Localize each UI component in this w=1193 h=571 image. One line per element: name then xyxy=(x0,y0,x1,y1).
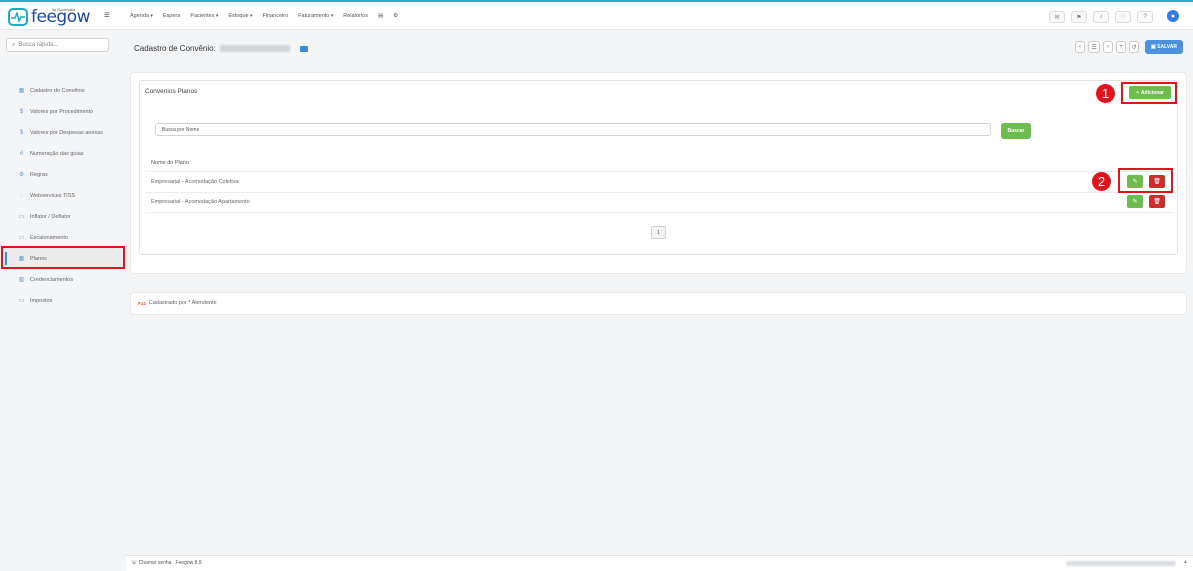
column-header-plan-name: Nome do Plano xyxy=(151,160,189,166)
bell-call-icon: ☏ xyxy=(131,560,138,566)
redacted-convenio-name xyxy=(219,45,290,52)
card-icon[interactable] xyxy=(299,45,308,52)
bell-icon[interactable]: ♪ xyxy=(1093,11,1109,23)
list-icon[interactable]: ☰ xyxy=(1088,41,1101,53)
plan-name-search-input[interactable]: Busca por Nome xyxy=(155,123,991,136)
audit-card xyxy=(130,292,1187,315)
audit-info: F14 Cadastrado por * Atendente xyxy=(138,300,217,306)
row-divider xyxy=(145,171,1172,172)
quick-search-placeholder: Busca rápida... xyxy=(18,42,59,48)
topnav-item-financeiro[interactable]: Financeiro xyxy=(262,13,288,19)
trash-icon[interactable]: 🗑 xyxy=(1149,195,1165,208)
mail-icon[interactable]: ✉ xyxy=(1049,11,1065,23)
sidebar-item-icon: ◌ xyxy=(19,192,24,199)
sidebar-item-webservices-tiss[interactable]: ◌ Webservices TISS xyxy=(0,185,128,206)
audit-badge: F14 xyxy=(138,300,146,306)
topnav-item-pacientes[interactable]: Pacientes xyxy=(190,13,218,19)
annotation-number-2: 2 xyxy=(1092,172,1111,191)
help-icon[interactable]: ? xyxy=(1137,11,1153,23)
sidebar-item-label: Escalonamento xyxy=(30,234,68,241)
redacted-bottom-info xyxy=(1066,561,1176,566)
next-record-icon[interactable]: › xyxy=(1103,41,1114,53)
topnav-item-relatrios[interactable]: Relatórios xyxy=(343,13,368,19)
sidebar-item-inflator-deflator[interactable]: ▭ Inflator / Deflator xyxy=(0,206,128,227)
pagination-page-1[interactable]: 1 xyxy=(651,226,666,239)
sidebar-item-label: Impostos xyxy=(30,297,53,304)
sidebar: ▦ Cadastro do Convênio $ Valores por Proced… xyxy=(0,80,128,311)
sidebar-item-icon: $ xyxy=(19,129,24,136)
page-title-text: Cadastro de Convênio: xyxy=(134,44,216,53)
sidebar-item-icon: ▦ xyxy=(18,88,25,94)
sidebar-item-label: Regras xyxy=(30,171,48,178)
plan-name-search-placeholder: Busca por Nome xyxy=(162,126,200,133)
chamar-senha-label: Chamar senha xyxy=(138,560,172,566)
user-avatar[interactable]: ● xyxy=(1167,10,1179,22)
add-record-icon[interactable]: + xyxy=(1116,41,1127,53)
topnav-item-agenda[interactable]: Agenda xyxy=(130,13,153,19)
sidebar-item-cadastro-do-conv-nio[interactable]: ▦ Cadastro do Convênio xyxy=(0,80,128,101)
sidebar-item-credenciamentos[interactable]: ▥ Credenciamentos xyxy=(0,269,128,290)
save-button[interactable]: ▣ SALVAR xyxy=(1145,40,1183,54)
bottom-status-bar xyxy=(126,555,1193,571)
flag-icon[interactable]: ⚑ xyxy=(1071,11,1087,23)
settings-icon[interactable]: ⚙ xyxy=(393,13,398,19)
planos-panel-title: Convenios Planos xyxy=(145,88,198,95)
edit-icon[interactable]: ✎ xyxy=(1127,195,1143,208)
pulse-logo-icon xyxy=(8,8,28,26)
sidebar-item-escalonamento[interactable]: ▭ Escalonamento xyxy=(0,227,128,248)
page-title: Cadastro de Convênio: xyxy=(134,44,308,53)
save-button-label: SALVAR xyxy=(1157,44,1177,50)
sidebar-item-label: Valores por Despesas anexas xyxy=(30,129,103,136)
feegow-logo[interactable]: feegow by Doctoralia xyxy=(8,7,91,27)
table-row: Empresarial - Acomodação Coletiva xyxy=(151,179,239,185)
annotation-highlight-planos xyxy=(1,246,125,269)
chat-icon[interactable]: ◌ xyxy=(1115,11,1131,23)
table-row: Empresarial - Acomodação Apartamento xyxy=(151,199,250,205)
row-divider xyxy=(145,192,1172,193)
sidebar-item-valores-por-procedimento[interactable]: $ Valores por Procedimento xyxy=(0,101,128,122)
sidebar-item-icon: ▭ xyxy=(18,298,25,304)
sidebar-item-label: Inflator / Deflator xyxy=(30,213,71,220)
annotation-highlight-add xyxy=(1121,82,1177,104)
sidebar-item-regras[interactable]: ⚙ Regras xyxy=(0,164,128,185)
quick-search-input[interactable]: ⌕ Busca rápida... xyxy=(6,38,109,52)
search-icon: ⌕ xyxy=(12,41,16,48)
sidebar-item-label: Valores por Procedimento xyxy=(30,108,94,115)
chamar-senha-link[interactable]: ☏ Chamar senha xyxy=(131,560,171,566)
record-toolbar: ‹ ☰ › + ↺ ▣ SALVAR xyxy=(1075,40,1183,54)
main-menu: Agenda Espera Pacientes Estoque Financeiro Fa… xyxy=(130,13,398,19)
sidebar-item-label: Credenciamentos xyxy=(30,276,74,283)
row-divider xyxy=(145,212,1172,213)
history-icon[interactable]: ↺ xyxy=(1129,41,1140,53)
annotation-highlight-actions xyxy=(1118,168,1173,193)
sidebar-item-icon: ▥ xyxy=(18,277,25,283)
hamburger-menu-icon[interactable]: ≡ xyxy=(104,11,110,21)
sidebar-item-impostos[interactable]: ▭ Impostos xyxy=(0,290,128,311)
printer-icon[interactable]: ▤ xyxy=(378,13,383,19)
top-navbar: feegow by Doctoralia ≡ Agenda Espera Pacie… xyxy=(0,2,1193,30)
topnav-item-faturamento[interactable]: Faturamento xyxy=(298,13,333,19)
sidebar-item-icon: ⚙ xyxy=(18,172,25,178)
sidebar-item-valores-por-despesas-anexas[interactable]: $ Valores por Despesas anexas xyxy=(0,122,128,143)
top-icon-group: ✉ ⚑ ♪ ◌ ? xyxy=(1049,11,1153,23)
sidebar-item-numera-o-das-guias[interactable]: # Numeração das guias xyxy=(0,143,128,164)
version-label: Feegow 8.9 xyxy=(175,560,202,566)
sidebar-item-icon: ▭ xyxy=(18,235,25,241)
sidebar-item-icon: ▭ xyxy=(18,214,25,220)
topnav-item-estoque[interactable]: Estoque xyxy=(228,13,252,19)
sidebar-item-label: Cadastro do Convênio xyxy=(30,87,85,94)
audit-text: Cadastrado por * Atendente xyxy=(148,300,217,306)
sidebar-item-icon: $ xyxy=(19,108,24,115)
sidebar-item-label: Webservices TISS xyxy=(30,192,76,199)
sidebar-item-label: Numeração das guias xyxy=(30,150,84,157)
logo-tagline: by Doctoralia xyxy=(52,7,76,12)
topnav-item-espera[interactable]: Espera xyxy=(163,13,180,19)
annotation-number-1: 1 xyxy=(1096,84,1115,103)
sidebar-item-icon: # xyxy=(19,150,24,157)
search-button[interactable]: Buscar xyxy=(1001,123,1031,139)
chevron-up-icon[interactable]: ▲ xyxy=(1183,559,1188,565)
bottom-left-info: ☏ Chamar senha Feegow 8.9 xyxy=(131,560,202,566)
previous-record-icon[interactable]: ‹ xyxy=(1075,41,1086,53)
